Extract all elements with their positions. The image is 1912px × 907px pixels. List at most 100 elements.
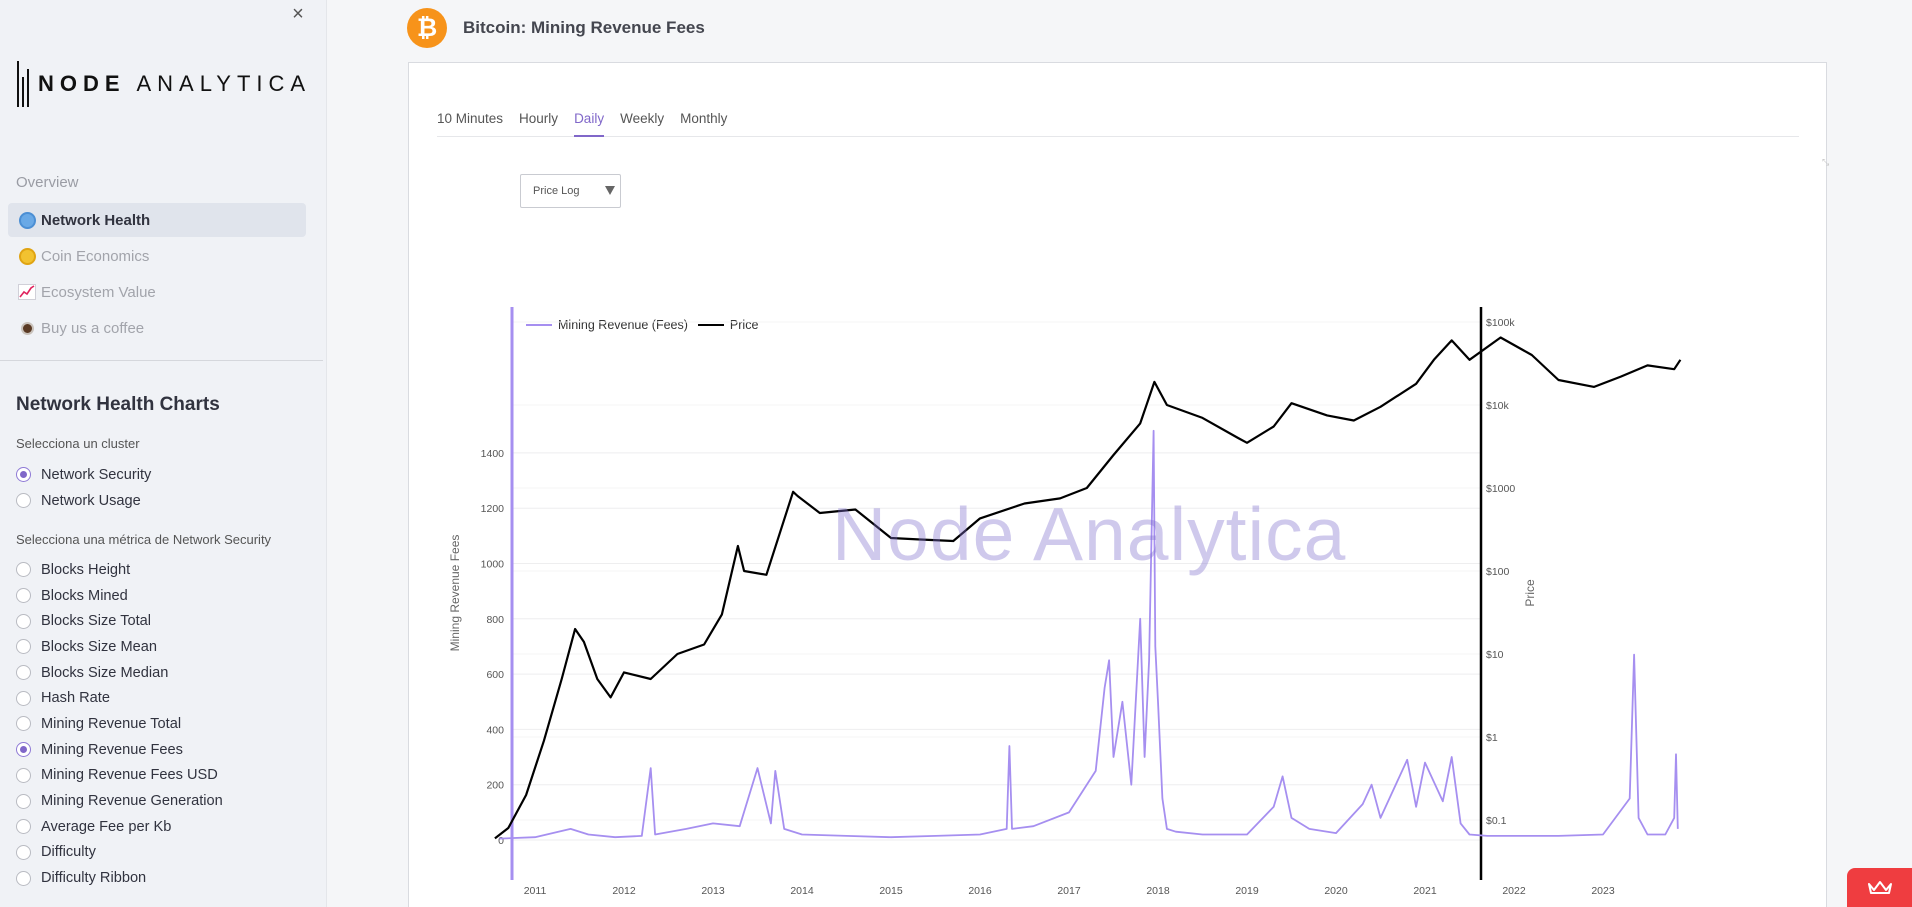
logo: NODE ANALYTICA xyxy=(17,60,311,108)
radio-label: Average Fee per Kb xyxy=(41,818,172,835)
price-scale-select[interactable]: Price Log xyxy=(520,174,621,208)
metric-radio-group: Blocks Height Blocks Mined Blocks Size T… xyxy=(16,557,316,891)
radio-checked-icon[interactable] xyxy=(16,742,31,758)
tab-daily[interactable]: Daily xyxy=(574,101,605,137)
radio-label: Network Usage xyxy=(41,492,141,509)
radio-mining-revenue-total[interactable]: Mining Revenue Total xyxy=(16,711,316,737)
nav-item-ecosystem-value[interactable]: Ecosystem Value xyxy=(8,275,306,309)
timeframe-tabs: 10 Minutes Hourly Daily Weekly Monthly xyxy=(437,101,1799,137)
x-tick-label: 2011 xyxy=(524,885,547,897)
x-tick-label: 2023 xyxy=(1591,885,1615,897)
resize-handle-icon[interactable]: ⤡ xyxy=(1822,157,1829,168)
radio-difficulty[interactable]: Difficulty xyxy=(16,840,316,866)
radio-network-usage[interactable]: Network Usage xyxy=(16,488,316,514)
logo-text: NODE ANALYTICA xyxy=(38,71,311,97)
y-tick-label: 1400 xyxy=(481,448,505,460)
radio-unchecked-icon[interactable] xyxy=(16,665,31,681)
tab-weekly[interactable]: Weekly xyxy=(620,101,664,137)
x-tick-label: 2019 xyxy=(1235,885,1259,897)
radio-unchecked-icon[interactable] xyxy=(16,716,31,732)
radio-hash-rate[interactable]: Hash Rate xyxy=(16,685,316,711)
y-tick-label: 800 xyxy=(486,614,504,626)
radio-difficulty-ribbon[interactable]: Difficulty Ribbon xyxy=(16,865,316,891)
radio-mining-revenue-fees[interactable]: Mining Revenue Fees xyxy=(16,737,316,763)
nav-item-buy-coffee[interactable]: Buy us a coffee xyxy=(8,311,306,345)
tab-monthly[interactable]: Monthly xyxy=(680,101,727,137)
radio-unchecked-icon[interactable] xyxy=(16,870,31,886)
radio-label: Mining Revenue Generation xyxy=(41,793,223,810)
y2-tick-label: $10 xyxy=(1486,649,1504,661)
y2-tick-label: $100k xyxy=(1486,317,1515,329)
radio-unchecked-icon[interactable] xyxy=(16,793,31,809)
x-tick-label: 2015 xyxy=(879,885,903,897)
tab-hourly[interactable]: Hourly xyxy=(519,101,558,137)
nav-item-coin-economics[interactable]: Coin Economics xyxy=(8,239,306,273)
radio-checked-icon[interactable] xyxy=(16,467,31,483)
radio-unchecked-icon[interactable] xyxy=(16,588,31,604)
globe-icon xyxy=(18,211,36,229)
price-series-line xyxy=(494,336,1682,840)
page-title: Bitcoin: Mining Revenue Fees xyxy=(463,18,705,37)
y2-tick-label: $10k xyxy=(1486,400,1510,412)
radio-label: Mining Revenue Fees USD xyxy=(41,767,218,784)
close-sidebar-button[interactable]: × xyxy=(288,4,308,24)
radio-label: Blocks Size Median xyxy=(41,664,169,681)
y-tick-label: 1000 xyxy=(481,559,505,571)
radio-label: Blocks Mined xyxy=(41,587,128,604)
radio-label: Blocks Size Mean xyxy=(41,638,157,655)
y-tick-label: 0 xyxy=(498,835,504,847)
radio-unchecked-icon[interactable] xyxy=(16,562,31,578)
tab-10-minutes[interactable]: 10 Minutes xyxy=(437,101,503,137)
radio-unchecked-icon[interactable] xyxy=(16,690,31,706)
y-tick-label: 400 xyxy=(486,724,504,736)
radio-network-security[interactable]: Network Security xyxy=(16,462,316,488)
radio-label: Mining Revenue Total xyxy=(41,715,182,732)
radio-mining-revenue-fees-usd[interactable]: Mining Revenue Fees USD xyxy=(16,763,316,789)
cluster-label: Selecciona un cluster xyxy=(16,436,140,451)
x-tick-label: 2017 xyxy=(1057,885,1081,897)
y2-tick-label: $1000 xyxy=(1486,483,1515,495)
radio-unchecked-icon[interactable] xyxy=(16,844,31,860)
nav-overview-label[interactable]: Overview xyxy=(16,174,79,191)
select-value: Price Log xyxy=(533,185,580,197)
radio-blocks-size-median[interactable]: Blocks Size Median xyxy=(16,660,316,686)
coffee-icon xyxy=(18,319,36,337)
sidebar-divider xyxy=(0,360,323,361)
x-tick-label: 2014 xyxy=(790,885,814,897)
y-tick-label: 1200 xyxy=(481,503,505,515)
metric-label: Selecciona una métrica de Network Securi… xyxy=(16,532,272,547)
nav-list: Network Health Coin Economics Ecosystem … xyxy=(8,203,306,347)
chart-area: Mining Revenue (Fees) Price 0 200 400 600 80… xyxy=(425,243,1815,907)
x-tick-label: 2013 xyxy=(701,885,725,897)
radio-label: Network Security xyxy=(41,466,152,483)
radio-blocks-size-total[interactable]: Blocks Size Total xyxy=(16,608,316,634)
radio-mining-revenue-generation[interactable]: Mining Revenue Generation xyxy=(16,788,316,814)
caret-down-icon xyxy=(605,186,615,195)
y2-tick-label: $0.1 xyxy=(1486,815,1507,827)
radio-label: Difficulty Ribbon xyxy=(41,870,147,887)
cluster-radio-group: Network Security Network Usage xyxy=(16,462,316,513)
bitcoin-icon: ₿ xyxy=(407,8,447,48)
nav-item-network-health[interactable]: Network Health xyxy=(8,203,306,237)
charts-section-title: Network Health Charts xyxy=(16,394,220,415)
x-tick-label: 2022 xyxy=(1502,885,1526,897)
y-axis-title: Mining Revenue Fees xyxy=(448,535,462,652)
nav-item-label: Coin Economics xyxy=(41,247,150,265)
radio-blocks-height[interactable]: Blocks Height xyxy=(16,557,316,583)
radio-unchecked-icon[interactable] xyxy=(16,493,31,509)
radio-unchecked-icon[interactable] xyxy=(16,767,31,783)
x-tick-label: 2020 xyxy=(1324,885,1348,897)
radio-unchecked-icon[interactable] xyxy=(16,613,31,629)
radio-blocks-mined[interactable]: Blocks Mined xyxy=(16,583,316,609)
radio-label: Mining Revenue Fees xyxy=(41,741,183,758)
chart-card: 10 Minutes Hourly Daily Weekly Monthly P… xyxy=(408,62,1829,907)
radio-label: Difficulty xyxy=(41,844,96,861)
floating-action-button[interactable] xyxy=(1847,868,1912,907)
radio-average-fee-per-kb[interactable]: Average Fee per Kb xyxy=(16,814,316,840)
y2-axis-title: Price xyxy=(1523,579,1537,607)
radio-unchecked-icon[interactable] xyxy=(16,639,31,655)
nav-item-label: Network Health xyxy=(41,211,151,229)
radio-blocks-size-mean[interactable]: Blocks Size Mean xyxy=(16,634,316,660)
radio-unchecked-icon[interactable] xyxy=(16,819,31,835)
logo-bars-icon xyxy=(17,61,29,107)
